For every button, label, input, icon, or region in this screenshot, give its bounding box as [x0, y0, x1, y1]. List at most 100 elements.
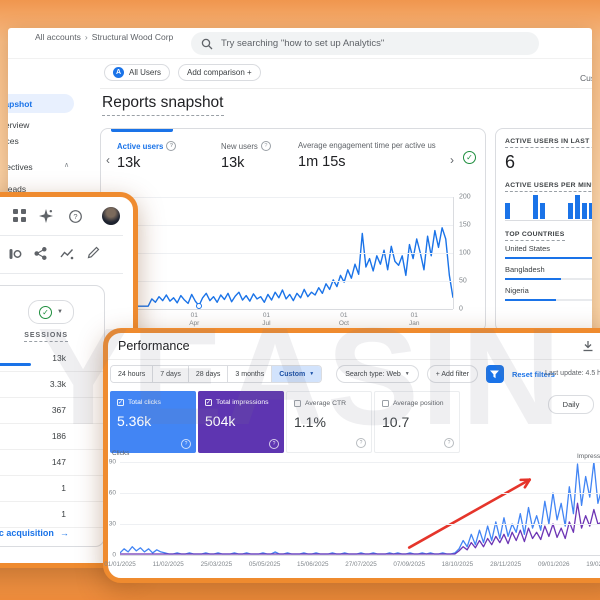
- caret-down-icon: ▼: [405, 371, 410, 377]
- help-icon[interactable]: ?: [269, 439, 279, 449]
- x-tick: 19/02/2026: [586, 561, 600, 568]
- status-check-icon[interactable]: ✓: [463, 151, 476, 164]
- metric-active-users[interactable]: Active users? 13k: [117, 141, 176, 171]
- all-users-label: All Users: [129, 68, 161, 77]
- sessions-bar: [0, 363, 31, 366]
- clicks-axis-ticks: 9060300: [108, 462, 118, 555]
- active-metric-indicator: [111, 129, 173, 132]
- search-type-filter[interactable]: Search type: Web▼: [336, 365, 418, 383]
- sidebar-item-reports-snapshot[interactable]: Reports snapshot: [8, 94, 74, 113]
- sessions-value: 1: [61, 509, 66, 519]
- info-icon[interactable]: ?: [166, 141, 176, 151]
- apps-grid-icon[interactable]: [13, 209, 26, 227]
- caret-down-icon: ▼: [57, 309, 63, 315]
- sampling-status-dropdown[interactable]: ✓ ▼: [28, 300, 74, 324]
- insights-icon[interactable]: [60, 247, 74, 266]
- x-tick: 01/01/2025: [104, 561, 136, 568]
- export-download-icon[interactable]: [582, 339, 594, 357]
- impressions-axis-label: Impressions: [577, 453, 600, 460]
- sidebar-item-realtime-overview[interactable]: Realtime overview: [8, 120, 29, 130]
- table-row: 1: [0, 502, 106, 528]
- gridline: [101, 253, 453, 254]
- search-bar[interactable]: Try searching "how to set up Analytics": [191, 32, 539, 55]
- average-ctr-value: 1.1%: [294, 414, 364, 430]
- checkbox-unchecked-icon[interactable]: ✓: [294, 400, 301, 407]
- minute-bar: [589, 203, 592, 219]
- minute-bar: [582, 203, 587, 219]
- date-axis-labels: 01/01/202511/02/202525/03/202505/05/2025…: [120, 561, 600, 573]
- sidebar-item-objectives[interactable]: Objectives: [8, 162, 33, 172]
- total-impressions-value: 504k: [205, 413, 277, 429]
- checkbox-checked-icon[interactable]: ✓: [117, 399, 124, 406]
- total-clicks-value: 5.36k: [117, 413, 189, 429]
- total-impressions-card[interactable]: ✓Total impressions 504k ?: [198, 391, 284, 453]
- quality-check-icon: ✓: [39, 306, 52, 319]
- total-clicks-card[interactable]: ✓Total clicks 5.36k ?: [110, 391, 196, 453]
- edit-pencil-icon[interactable]: [87, 246, 100, 264]
- filter-button[interactable]: [486, 365, 504, 383]
- x-tick: 15/06/2025: [297, 561, 329, 568]
- add-comparison-button[interactable]: Add comparison +: [178, 64, 261, 81]
- checkbox-unchecked-icon[interactable]: ✓: [382, 400, 389, 407]
- breadcrumb-all-accounts[interactable]: All accounts: [35, 32, 81, 42]
- y-tick: 60: [109, 490, 116, 497]
- average-ctr-card[interactable]: ✓Average CTR 1.1% ?: [286, 391, 372, 453]
- view-traffic-acquisition-link[interactable]: View traffic acquisition→: [0, 528, 69, 538]
- minute-bar: [505, 203, 510, 219]
- share-icon[interactable]: [34, 247, 47, 265]
- sessions-value: 13k: [52, 353, 66, 363]
- tab-3-months[interactable]: 3 months: [228, 366, 272, 382]
- daily-granularity-button[interactable]: Daily: [548, 395, 594, 414]
- gridline: [120, 462, 600, 463]
- average-position-card[interactable]: ✓Average position 10.7 ?: [374, 391, 460, 453]
- sessions-value: 186: [52, 431, 66, 441]
- filter-bar: 24 hours 7 days 28 days 3 months Custom▼…: [110, 365, 555, 383]
- chevron-left-icon[interactable]: ‹: [106, 153, 110, 167]
- all-users-chip[interactable]: A All Users: [104, 64, 170, 81]
- chevron-right-icon[interactable]: ›: [450, 153, 454, 167]
- checkbox-checked-icon[interactable]: ✓: [205, 399, 212, 406]
- tab-28-days[interactable]: 28 days: [189, 366, 229, 382]
- minute-bar: [540, 203, 545, 219]
- metric-new-users[interactable]: New users? 13k: [221, 141, 271, 171]
- help-icon[interactable]: ?: [69, 210, 82, 228]
- top-countries-label: TOP COUNTRIES: [505, 231, 592, 238]
- sessions-table: 13k3.3k36718614711: [0, 346, 106, 528]
- info-icon[interactable]: ?: [261, 141, 271, 151]
- sessions-value: 147: [52, 457, 66, 467]
- search-icon: [201, 38, 213, 50]
- metric-engagement-time[interactable]: Average engagement time per active us 1m…: [298, 141, 436, 170]
- date-range-label[interactable]: Custom: [580, 73, 592, 83]
- overview-card: ‹ Active users? 13k New users? 13k Avera…: [100, 128, 486, 332]
- arrow-right-icon: →: [60, 528, 69, 538]
- add-filter-button[interactable]: + Add filter: [427, 365, 478, 383]
- comparison-icon[interactable]: [8, 247, 22, 266]
- sessions-card: ✓ ▼ SESSIONS 13k3.3k36718614711 View tra…: [0, 285, 105, 547]
- help-icon[interactable]: ?: [356, 438, 366, 448]
- chevron-up-icon[interactable]: ∧: [64, 161, 69, 169]
- help-icon[interactable]: ?: [444, 438, 454, 448]
- help-icon[interactable]: ?: [181, 439, 191, 449]
- caret-down-icon: ▼: [309, 371, 314, 377]
- tab-7-days[interactable]: 7 days: [153, 366, 189, 382]
- divider: [0, 273, 123, 274]
- sessions-column-header[interactable]: SESSIONS: [24, 332, 68, 342]
- x-tick: 01Jan: [409, 312, 419, 328]
- country-bar: [505, 299, 592, 301]
- gridline: [120, 493, 600, 494]
- tab-24-hours[interactable]: 24 hours: [111, 366, 153, 382]
- sparkle-icon[interactable]: [39, 209, 53, 228]
- sidebar-item-audiences[interactable]: Audiences: [8, 136, 19, 146]
- x-tick: 18/10/2025: [442, 561, 474, 568]
- y-tick: 200: [459, 194, 471, 201]
- trend-arrow-annotation: [120, 462, 600, 555]
- app-toolbar: ?: [0, 207, 123, 229]
- country-name: Bangladesh: [505, 265, 592, 278]
- data-point-marker: [196, 303, 202, 309]
- x-tick: 05/05/2025: [249, 561, 281, 568]
- avatar[interactable]: [102, 207, 120, 225]
- svg-text:?: ?: [73, 212, 77, 221]
- desktop-background: All accounts › Structural Wood Corp Try se…: [0, 0, 600, 600]
- tab-custom[interactable]: Custom▼: [272, 366, 321, 382]
- breadcrumb-property[interactable]: Structural Wood Corp: [92, 32, 174, 42]
